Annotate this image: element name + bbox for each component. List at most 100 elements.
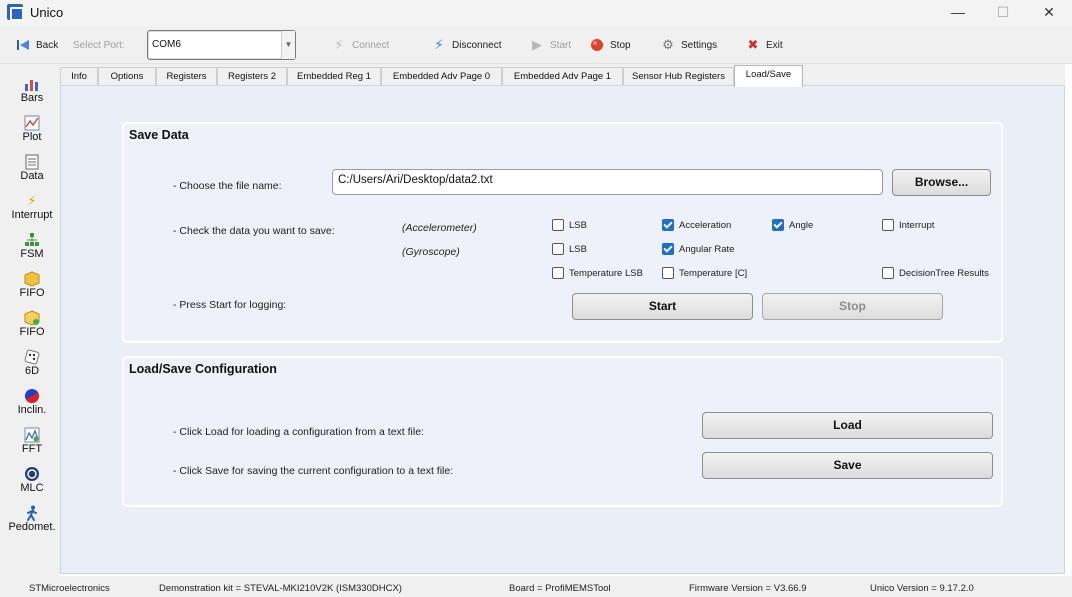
fifo-icon: [23, 271, 41, 287]
checkbox-label: LSB: [569, 219, 587, 231]
checkbox-checked-icon: [662, 219, 674, 231]
settings-button[interactable]: ⚙ Settings: [660, 36, 717, 54]
tab-load-save[interactable]: Load/Save: [734, 65, 803, 87]
title-bar: Unico — ☐ ✕: [0, 0, 1072, 26]
select-port-label: Select Port:: [73, 39, 125, 51]
tab-sensor-hub-registers[interactable]: Sensor Hub Registers: [623, 67, 734, 86]
gear-icon: ⚙: [662, 37, 674, 52]
sidebar-item-data[interactable]: Data: [0, 148, 64, 187]
file-name-input[interactable]: C:/Users/Ari/Desktop/data2.txt: [332, 169, 883, 195]
bars-chart-icon: [23, 76, 41, 92]
stop-logging-button[interactable]: Stop: [762, 293, 943, 320]
status-unico-version: Unico Version = 9.17.2.0: [870, 583, 974, 594]
save-data-title: Save Data: [129, 128, 189, 142]
sidebar-item-6d[interactable]: 6D: [0, 343, 64, 382]
sidebar-item-fifo-2[interactable]: FIFO: [0, 304, 64, 343]
data-icon: [23, 154, 41, 170]
back-icon: [15, 37, 31, 53]
checkbox-label: DecisionTree Results: [899, 267, 989, 279]
tab-registers-2[interactable]: Registers 2: [217, 67, 287, 86]
tab-embedded-adv-page-0[interactable]: Embedded Adv Page 0: [381, 67, 502, 86]
sidebar-item-inclin[interactable]: Inclin.: [0, 382, 64, 421]
tab-registers[interactable]: Registers: [156, 67, 217, 86]
sidebar-item-pedomet[interactable]: Pedomet.: [0, 499, 64, 538]
tab-embedded-adv-page-1[interactable]: Embedded Adv Page 1: [502, 67, 623, 86]
app-logo-icon: [7, 4, 24, 21]
temperature-lsb-checkbox[interactable]: Temperature LSB: [552, 267, 643, 279]
checkbox-checked-icon: [662, 243, 674, 255]
plot-icon: [23, 115, 41, 131]
angle-checkbox[interactable]: Angle: [772, 219, 813, 231]
back-button[interactable]: Back: [15, 36, 58, 54]
load-config-button[interactable]: Load: [702, 412, 993, 439]
checkbox-icon: [552, 267, 564, 279]
dice-icon: [23, 349, 41, 365]
start-logging-label: - Press Start for logging:: [173, 299, 287, 311]
tab-info[interactable]: Info: [60, 67, 98, 86]
sidebar-item-fsm[interactable]: FSM: [0, 226, 64, 265]
sidebar-item-fft[interactable]: FFT: [0, 421, 64, 460]
maximize-button[interactable]: ☐: [980, 0, 1026, 26]
minimize-button[interactable]: —: [935, 0, 981, 26]
exit-button[interactable]: ✖ Exit: [745, 36, 783, 54]
start-button[interactable]: ▶ Start: [529, 36, 571, 54]
toolbar: Back Select Port: COM6 ▼ ⚡ Connect ⚡ Dis…: [0, 26, 1072, 64]
checkbox-icon: [552, 219, 564, 231]
status-demo-kit: Demonstration kit = STEVAL-MKI210V2K (IS…: [159, 583, 402, 594]
stop-label: Stop: [610, 39, 631, 51]
status-board: Board = ProfiMEMSTool: [509, 583, 611, 594]
save-config-button[interactable]: Save: [702, 452, 993, 479]
tab-options[interactable]: Options: [98, 67, 156, 86]
pedometer-icon: [23, 505, 41, 521]
checkbox-label: Acceleration: [679, 219, 732, 231]
checkbox-label: Temperature LSB: [569, 267, 643, 279]
config-title: Load/Save Configuration: [129, 362, 277, 376]
status-company: STMicroelectronics: [29, 583, 110, 594]
start-logging-button[interactable]: Start: [572, 293, 753, 320]
sidebar-item-plot[interactable]: Plot: [0, 109, 64, 148]
acceleration-checkbox[interactable]: Acceleration: [662, 219, 731, 231]
file-name-label: - Choose the file name:: [173, 180, 282, 192]
browse-button[interactable]: Browse...: [892, 169, 991, 196]
close-window-button[interactable]: ✕: [1026, 0, 1072, 26]
fft-icon: [23, 427, 41, 443]
sidebar-item-bars[interactable]: Bars: [0, 70, 64, 109]
load-config-label: - Click Load for loading a configuration…: [173, 426, 424, 438]
stop-icon: [589, 37, 605, 53]
disconnect-label: Disconnect: [452, 39, 502, 51]
exit-icon: ✖: [747, 37, 759, 52]
disconnect-button[interactable]: ⚡ Disconnect: [431, 36, 501, 54]
gyroscope-label: (Gyroscope): [402, 246, 460, 258]
checkbox-label: Interrupt: [899, 219, 935, 231]
gyro-lsb-checkbox[interactable]: LSB: [552, 243, 587, 255]
stop-button[interactable]: Stop: [589, 36, 631, 54]
window-title: Unico: [30, 5, 64, 20]
interrupt-checkbox[interactable]: Interrupt: [882, 219, 934, 231]
temperature-c-checkbox[interactable]: Temperature [C]: [662, 267, 747, 279]
load-save-config-group: Load/Save Configuration - Click Load for…: [122, 356, 1003, 507]
fifo-icon: [23, 310, 41, 326]
checkbox-icon: [662, 267, 674, 279]
tab-strip: Info Options Registers Registers 2 Embed…: [60, 64, 1065, 87]
play-icon: ▶: [532, 37, 542, 52]
mlc-icon: [23, 466, 41, 482]
check-data-label: - Check the data you want to save:: [173, 225, 335, 237]
sidebar-item-fifo[interactable]: FIFO: [0, 265, 64, 304]
inclination-icon: [23, 388, 41, 404]
accelerometer-label: (Accelerometer): [402, 222, 477, 234]
connect-button[interactable]: ⚡ Connect: [331, 36, 389, 54]
angular-rate-checkbox[interactable]: Angular Rate: [662, 243, 734, 255]
sidebar-item-interrupt[interactable]: ⚡ Interrupt: [0, 187, 64, 226]
sidebar-item-mlc[interactable]: MLC: [0, 460, 64, 499]
save-config-label: - Click Save for saving the current conf…: [173, 465, 454, 477]
fsm-icon: [23, 232, 41, 248]
checkbox-icon: [882, 267, 894, 279]
decision-tree-checkbox[interactable]: DecisionTree Results: [882, 267, 989, 279]
port-select[interactable]: COM6 ▼: [147, 30, 296, 60]
tab-embedded-reg-1[interactable]: Embedded Reg 1: [287, 67, 381, 86]
chevron-down-icon[interactable]: ▼: [281, 31, 295, 59]
sidebar: Bars Plot Data ⚡ Interrupt FSM FIFO FIFO: [0, 64, 60, 576]
checkbox-checked-icon: [772, 219, 784, 231]
accel-lsb-checkbox[interactable]: LSB: [552, 219, 587, 231]
checkbox-icon: [552, 243, 564, 255]
